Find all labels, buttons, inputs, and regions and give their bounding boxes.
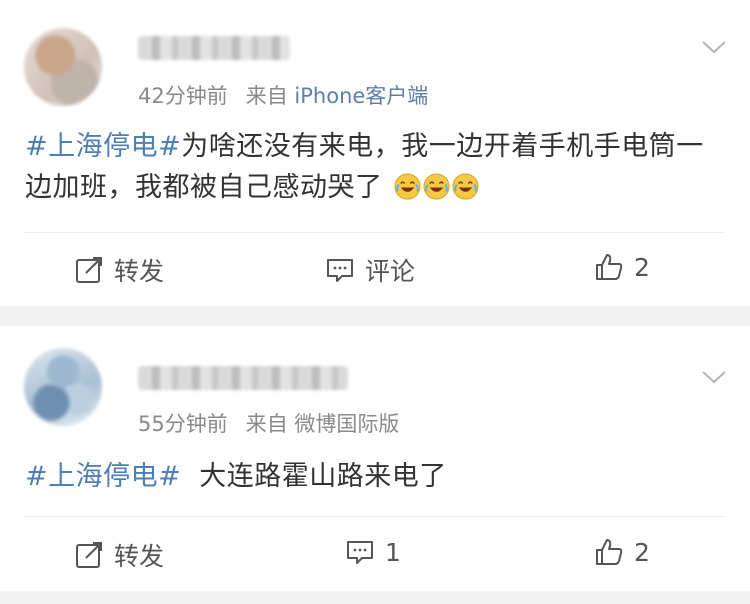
- avatar[interactable]: [24, 348, 102, 426]
- post-meta: 55分钟前 来自 微博国际版: [138, 408, 399, 438]
- feed-gap: [0, 591, 750, 604]
- like-button[interactable]: 2: [594, 537, 650, 567]
- comment-button[interactable]: 1: [345, 537, 401, 567]
- like-count: 2: [634, 252, 650, 282]
- laughing-tears-emoji: [394, 173, 421, 200]
- chevron-down-icon[interactable]: [700, 366, 728, 388]
- username-blurred[interactable]: [138, 36, 290, 60]
- post-card: 55分钟前 来自 微博国际版 #上海停电# 大连路霍山路来电了 转发 1 2: [0, 326, 750, 591]
- post-content: #上海停电# 大连路霍山路来电了: [25, 456, 725, 497]
- hashtag-link[interactable]: #上海停电#: [25, 131, 181, 162]
- repost-label: 转发: [114, 257, 165, 286]
- post-text: 大连路霍山路来电了: [199, 461, 447, 492]
- repost-icon: [76, 257, 102, 283]
- repost-icon: [76, 542, 102, 568]
- source-prefix: 来自: [245, 412, 288, 436]
- laughing-tears-emoji: [423, 173, 450, 200]
- post-source[interactable]: 微博国际版: [294, 412, 399, 436]
- laughing-tears-emoji: [452, 173, 479, 200]
- post-card: 42分钟前 来自 iPhone客户端 #上海停电#为啥还没有来电，我一边开着手机手…: [0, 0, 750, 306]
- comment-label: 评论: [365, 257, 416, 286]
- post-content: #上海停电#为啥还没有来电，我一边开着手机手电筒一边加班，我都被自己感动哭了: [25, 126, 725, 208]
- like-count: 2: [634, 537, 650, 567]
- comment-count: 1: [385, 537, 401, 567]
- comment-icon: [347, 541, 373, 564]
- post-time: 55分钟前: [138, 412, 228, 436]
- source-prefix: 来自: [245, 84, 288, 108]
- post-source[interactable]: iPhone客户端: [294, 84, 428, 108]
- chevron-down-icon[interactable]: [700, 36, 728, 58]
- like-button[interactable]: 2: [594, 252, 650, 282]
- avatar[interactable]: [24, 28, 102, 106]
- comment-button[interactable]: 评论: [325, 252, 415, 288]
- like-icon: [596, 539, 623, 565]
- emoji-group: [383, 172, 479, 203]
- repost-label: 转发: [114, 542, 165, 571]
- comment-icon: [327, 259, 353, 282]
- username-blurred[interactable]: [138, 366, 348, 390]
- post-time: 42分钟前: [138, 84, 228, 108]
- like-icon: [596, 254, 623, 280]
- hashtag-link[interactable]: #上海停电#: [25, 461, 181, 492]
- divider: [25, 232, 725, 233]
- repost-button[interactable]: 转发: [74, 537, 164, 573]
- post-meta: 42分钟前 来自 iPhone客户端: [138, 80, 428, 110]
- divider: [25, 516, 725, 517]
- repost-button[interactable]: 转发: [74, 252, 164, 288]
